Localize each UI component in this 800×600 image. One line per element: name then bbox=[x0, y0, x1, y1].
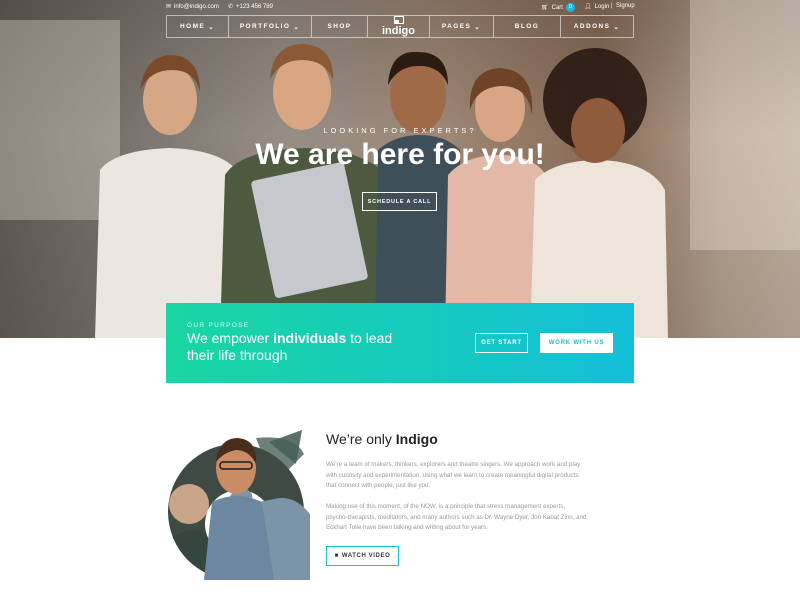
chevron-down-icon: ⌄ bbox=[474, 23, 482, 31]
about-paragraph-1: We’re a team of makers, thinkers, explor… bbox=[326, 461, 581, 489]
contact-email[interactable]: ✉ info@indigo.com bbox=[166, 3, 219, 11]
topbar-separator: | bbox=[611, 3, 613, 9]
nav-item-label: SHOP bbox=[327, 23, 352, 30]
purpose-text-bold: individuals bbox=[273, 330, 347, 346]
phone-icon: ✆ bbox=[228, 4, 234, 10]
user-icon: 👤︎ bbox=[584, 4, 592, 10]
contact-phone[interactable]: ✆ +123 456 789 bbox=[228, 3, 273, 11]
nav-item-label: ADDONS bbox=[573, 23, 611, 30]
purpose-banner: OUR PURPOSE We empower individuals to le… bbox=[166, 303, 634, 383]
mail-icon: ✉ bbox=[166, 4, 172, 10]
about-title-bold: Indigo bbox=[395, 431, 438, 447]
nav-item-label: PORTFOLIO bbox=[239, 23, 291, 30]
hero-title: We are here for you! bbox=[255, 138, 545, 171]
chevron-down-icon: ⌄ bbox=[293, 23, 301, 31]
watch-video-label: WATCH VIDEO bbox=[341, 553, 391, 559]
signup-link[interactable]: Signup bbox=[616, 3, 635, 9]
about-title: We’re only Indigo bbox=[326, 431, 438, 447]
top-info-bar: ✉ info@indigo.com ✆ +123 456 789 🛒︎ Cart… bbox=[0, 3, 800, 15]
chevron-down-icon: ⌄ bbox=[613, 23, 621, 31]
nav-item-addons[interactable]: ADDONS ⌄ bbox=[561, 16, 633, 37]
login-label: Login bbox=[594, 3, 610, 10]
cart-count-badge: 0 bbox=[565, 3, 575, 12]
logo-text: indigo bbox=[382, 25, 415, 37]
nav-item-pages[interactable]: PAGES ⌄ bbox=[430, 16, 494, 37]
schedule-call-button[interactable]: SCHEDULE A CALL bbox=[362, 192, 437, 211]
nav-item-label: PAGES bbox=[441, 23, 472, 30]
login-link[interactable]: 👤︎ Login bbox=[584, 3, 610, 11]
chevron-down-icon: ⌄ bbox=[208, 23, 215, 31]
nav-item-home[interactable]: HOME ⌄ bbox=[167, 16, 229, 37]
cart-link[interactable]: 🛒︎ Cart 0 bbox=[541, 3, 575, 12]
nav-item-label: HOME bbox=[180, 23, 206, 30]
about-paragraph-2: Making use of this moment, of the NOW, i… bbox=[326, 503, 587, 531]
cart-label: Cart bbox=[551, 4, 563, 11]
email-text: info@indigo.com bbox=[174, 3, 219, 10]
about-title-pre: We’re only bbox=[326, 431, 396, 447]
watch-video-button[interactable]: ■ WATCH VIDEO bbox=[326, 546, 399, 566]
nav-item-portfolio[interactable]: PORTFOLIO ⌄ bbox=[229, 16, 312, 37]
get-start-button[interactable]: GET START bbox=[475, 333, 528, 353]
cart-icon: 🛒︎ bbox=[541, 5, 549, 11]
team-photo bbox=[168, 430, 310, 580]
hero-subtitle: LOOKING FOR EXPERTS? bbox=[323, 126, 477, 135]
video-camera-icon: ■ bbox=[334, 553, 339, 559]
purpose-label: OUR PURPOSE bbox=[187, 322, 250, 329]
hero-section: ✉ info@indigo.com ✆ +123 456 789 🛒︎ Cart… bbox=[0, 0, 800, 338]
logo-icon bbox=[393, 16, 404, 24]
main-navigation: HOME ⌄ PORTFOLIO ⌄ SHOP indigo PAGES ⌄ B… bbox=[166, 15, 634, 38]
nav-item-blog[interactable]: BLOG bbox=[494, 16, 561, 37]
purpose-text-pre: We empower bbox=[187, 330, 274, 346]
work-with-us-button[interactable]: WORK WITH US bbox=[540, 333, 613, 353]
nav-item-label: BLOG bbox=[514, 23, 540, 30]
site-logo[interactable]: indigo bbox=[368, 16, 430, 37]
nav-item-shop[interactable]: SHOP bbox=[312, 16, 368, 37]
purpose-text: We empower individuals to lead their lif… bbox=[187, 330, 407, 364]
phone-text: +123 456 789 bbox=[236, 3, 273, 10]
